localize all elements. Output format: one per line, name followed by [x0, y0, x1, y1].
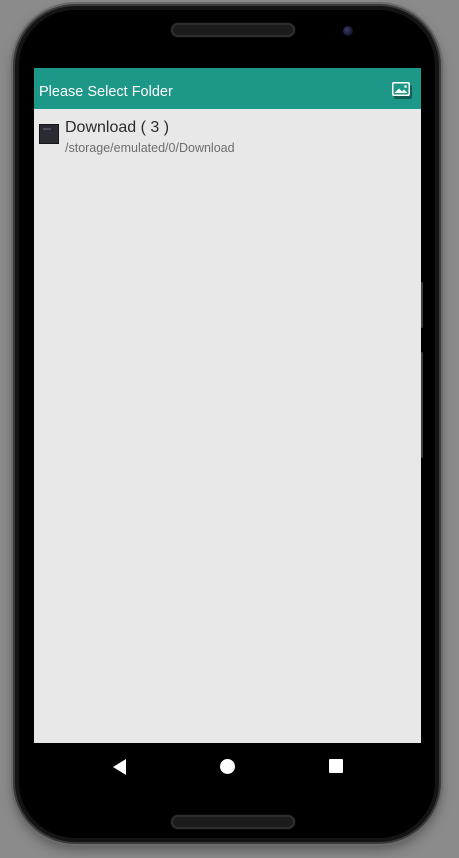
- list-item[interactable]: Download ( 3 ) /storage/emulated/0/Downl…: [34, 115, 421, 157]
- emulator-stage: Please Select Folder Download ( 3 ) /sto…: [0, 0, 459, 858]
- front-camera-icon: [343, 26, 353, 36]
- image-gallery-icon[interactable]: [391, 80, 413, 100]
- page-title: Please Select Folder: [39, 84, 173, 100]
- home-icon[interactable]: [220, 759, 235, 774]
- folder-name: Download ( 3 ): [65, 119, 170, 136]
- folder-thumbnail-icon: [39, 124, 59, 144]
- recents-icon[interactable]: [329, 759, 343, 773]
- app-screen: Please Select Folder Download ( 3 ) /sto…: [34, 68, 421, 743]
- navigation-bar: [34, 743, 421, 791]
- folder-path: /storage/emulated/0/Download: [65, 141, 235, 155]
- top-speaker-grille: [171, 23, 295, 37]
- back-icon[interactable]: [113, 759, 126, 775]
- bottom-speaker-grille: [171, 815, 295, 829]
- app-bar: Please Select Folder: [34, 68, 421, 109]
